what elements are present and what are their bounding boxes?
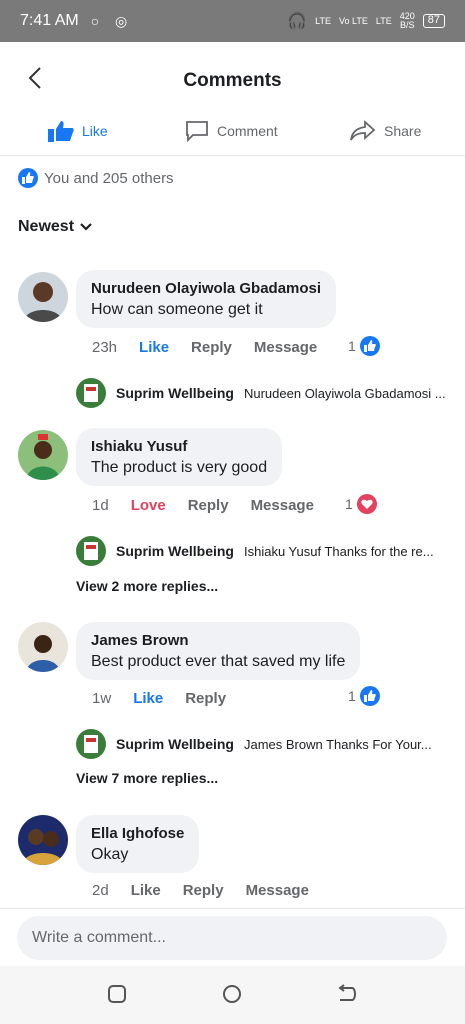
page-avatar (76, 536, 106, 566)
like-action[interactable]: Like (133, 690, 163, 707)
net-speed-unit: B/S (399, 20, 415, 30)
back-icon[interactable] (336, 984, 358, 1004)
comment-bubble[interactable]: Ella Ighofose Okay (76, 815, 200, 873)
reply-text: Ishiaku Yusuf Thanks for the re... (243, 543, 434, 559)
avatar[interactable] (18, 430, 68, 480)
battery-icon: 87 (422, 14, 445, 28)
comment-meta: 1d Love Reply Message (92, 497, 336, 514)
signal-icon-3: LTE (375, 15, 392, 26)
comment-time: 23h (92, 339, 118, 356)
home-icon[interactable] (222, 984, 242, 1004)
heart-badge-icon (356, 494, 377, 514)
comment-button[interactable]: Comment (185, 120, 278, 142)
reaction-count[interactable]: 1 (345, 494, 377, 514)
reply-preview[interactable]: Suprim Wellbeing Ishiaku Yusuf Thanks fo… (76, 536, 446, 566)
share-label: Share (384, 123, 422, 139)
comment-author[interactable]: James Brown (91, 632, 345, 649)
view-more-replies[interactable]: View 7 more replies... (76, 770, 218, 786)
comment-bubble-icon (186, 121, 208, 142)
reply-author: Suprim Wellbeing (116, 385, 234, 401)
comment-author[interactable]: Ella Ighofose (91, 825, 184, 842)
reply-author: Suprim Wellbeing (116, 543, 234, 559)
status-bar: 7:41 AM ○ ◎ 🎧 LTE Vo LTE LTE 420 B/S 87 (0, 0, 465, 42)
share-button[interactable]: Share (350, 120, 421, 142)
reaction-count-value: 1 (348, 688, 356, 704)
like-badge-icon (359, 336, 380, 356)
comment-composer: Write a comment... (0, 908, 465, 966)
like-action[interactable]: Like (131, 882, 161, 899)
view-more-replies[interactable]: View 2 more replies... (76, 578, 218, 594)
reply-author: Suprim Wellbeing (116, 736, 234, 752)
comment-meta: 1w Like Reply (92, 690, 248, 707)
reaction-count-value: 1 (345, 496, 353, 512)
sort-dropdown[interactable]: Newest (18, 218, 92, 236)
page-avatar (76, 378, 106, 408)
reaction-count-value: 1 (348, 338, 356, 354)
like-badge-icon (18, 168, 38, 188)
comment-bubble[interactable]: Ishiaku Yusuf The product is very good (76, 428, 283, 486)
net-speed: 420 B/S (400, 12, 415, 30)
signal-icon-2: Vo LTE (339, 15, 368, 26)
like-label: Like (82, 123, 108, 139)
system-nav-bar (0, 966, 465, 1024)
notification-icons: ○ ◎ (90, 12, 134, 29)
comment-label: Comment (217, 123, 278, 139)
reply-action[interactable]: Reply (185, 690, 226, 707)
post-actions-bar: Like Comment Share (0, 112, 465, 156)
reply-text: Nurudeen Olayiwola Gbadamosi ... (243, 385, 446, 401)
reaction-summary-text: You and 205 others (44, 169, 174, 187)
reaction-count[interactable]: 1 (348, 686, 380, 706)
reply-action[interactable]: Reply (191, 339, 232, 356)
reply-text: James Brown Thanks For Your... (243, 736, 432, 752)
reply-preview[interactable]: Suprim Wellbeing James Brown Thanks For … (76, 729, 446, 759)
comment-meta: 23h Like Reply Message (92, 339, 339, 356)
comment-meta: 2d Like Reply Message (92, 882, 331, 899)
comment-input[interactable]: Write a comment... (17, 916, 447, 960)
page-title: Comments (183, 70, 282, 91)
like-button[interactable]: Like (48, 120, 108, 142)
message-action[interactable]: Message (254, 339, 317, 356)
like-action[interactable]: Like (139, 339, 169, 356)
status-right: 🎧 LTE Vo LTE LTE 420 B/S 87 (287, 11, 445, 31)
reaction-summary[interactable]: You and 205 others (18, 168, 174, 188)
comment-time: 1d (92, 497, 109, 514)
comment-text: The product is very good (91, 459, 268, 476)
page-header: Comments (0, 42, 465, 120)
comment-author[interactable]: Nurudeen Olayiwola Gbadamosi (91, 280, 321, 297)
comment-bubble[interactable]: James Brown Best product ever that saved… (76, 622, 361, 680)
comment-text: How can someone get it (91, 301, 263, 318)
chevron-down-icon (80, 223, 92, 231)
message-action[interactable]: Message (251, 497, 314, 514)
comment-text: Okay (91, 846, 129, 863)
reaction-count[interactable]: 1 (348, 336, 380, 356)
comment-bubble[interactable]: Nurudeen Olayiwola Gbadamosi How can som… (76, 270, 337, 328)
signal-icon-1: LTE (315, 15, 332, 26)
page-avatar (76, 729, 106, 759)
comment-time: 1w (92, 690, 112, 707)
reply-action[interactable]: Reply (188, 497, 229, 514)
reply-preview[interactable]: Suprim Wellbeing Nurudeen Olayiwola Gbad… (76, 378, 446, 408)
avatar[interactable] (18, 815, 68, 865)
love-action[interactable]: Love (131, 497, 166, 514)
comment-author[interactable]: Ishiaku Yusuf (91, 438, 267, 455)
recents-icon[interactable] (107, 984, 127, 1004)
comment-text: Best product ever that saved my life (91, 653, 346, 670)
status-time: 7:41 AM (20, 12, 79, 29)
sort-label: Newest (18, 218, 75, 235)
back-arrow-icon[interactable] (28, 66, 42, 90)
share-arrow-icon (350, 120, 376, 141)
reply-action[interactable]: Reply (183, 882, 224, 899)
headphone-icon: 🎧 (287, 13, 308, 30)
comment-time: 2d (92, 882, 109, 899)
avatar[interactable] (18, 622, 68, 672)
like-badge-icon (359, 686, 380, 706)
message-action[interactable]: Message (246, 882, 309, 899)
avatar[interactable] (18, 272, 68, 322)
thumbs-up-icon (48, 121, 74, 142)
